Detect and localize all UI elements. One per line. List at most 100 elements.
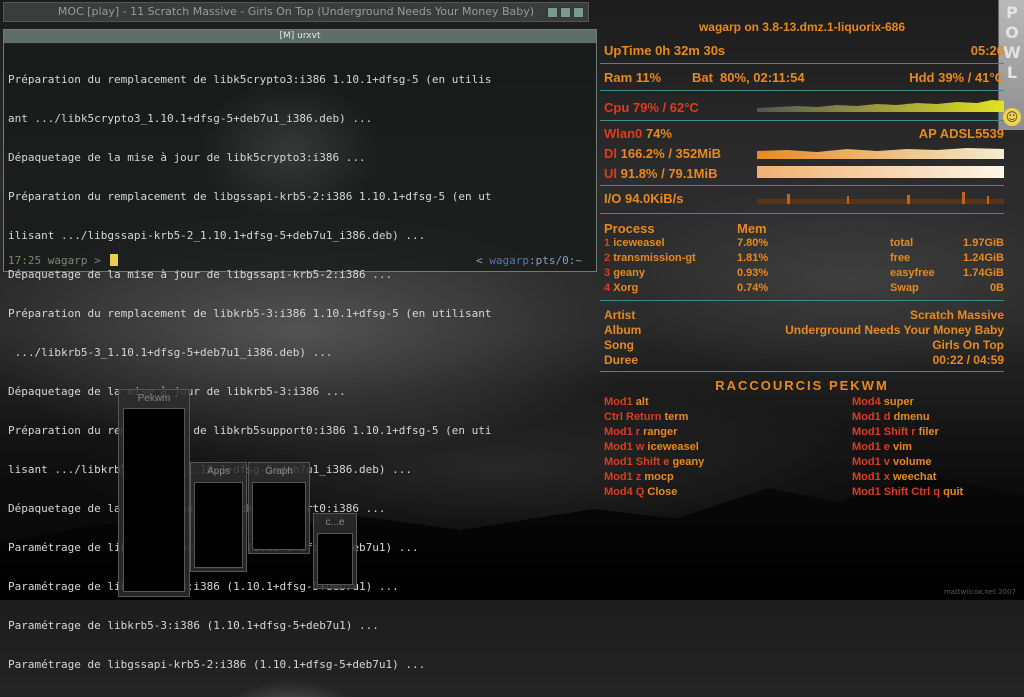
- shortcut-item: Mod1 v volume: [852, 455, 1004, 470]
- ap-wrap: AP ADSL5539: [919, 126, 1004, 141]
- terminal-line: Paramétrage de libgssapi-krb5-2:i386 (1.…: [8, 658, 426, 671]
- process-name: iceweasel: [613, 237, 665, 249]
- process-name: Xorg: [613, 282, 639, 294]
- album-label: Album: [604, 323, 642, 337]
- shortcut-action: weechat: [892, 471, 937, 483]
- right-prompt: < wagarp:pts/0:~: [476, 254, 582, 268]
- shortcut-action: term: [664, 411, 689, 423]
- cpu-label: Cpu: [604, 100, 630, 115]
- artist-label: Artist: [604, 308, 636, 322]
- workspace-preview: [252, 482, 306, 550]
- close-button[interactable]: [573, 7, 584, 18]
- workspace-ce[interactable]: c...e: [313, 513, 357, 589]
- hdd-label: Hdd: [909, 70, 935, 85]
- separator: [600, 185, 1004, 186]
- hdd-value: 39% / 41°C: [938, 70, 1004, 85]
- separator: [600, 63, 1004, 64]
- workspace-label: Graph: [265, 466, 293, 477]
- cpu-value: 79% / 62°C: [632, 100, 699, 115]
- process-row: 1 iceweasel 7.80% total 1.97GiB: [604, 236, 1004, 251]
- terminal-line: Préparation du remplacement de libkrb5-3…: [8, 307, 492, 320]
- separator: [600, 213, 1004, 214]
- terminal-window[interactable]: [M] urxvt Préparation du remplacement de…: [3, 29, 597, 671]
- wlan-value: 74%: [645, 126, 672, 141]
- shortcuts-title: RACCOURCIS PEKWM: [715, 378, 889, 393]
- shortcuts-left: Mod1 alt Ctrl Return term Mod1 r ranger …: [604, 395, 844, 500]
- shortcut-action: vim: [892, 441, 912, 453]
- separator: [600, 90, 1004, 91]
- shortcut-action: filer: [918, 426, 939, 438]
- album-value: Underground Needs Your Money Baby: [785, 323, 1004, 337]
- shortcut-action: geany: [672, 456, 705, 468]
- process-row: 3 geany 0.93% easyfree 1.74GiB: [604, 266, 1004, 281]
- duree-value: 00:22 / 04:59: [932, 353, 1004, 367]
- separator: [600, 120, 1004, 121]
- shortcut-item: Mod1 Shift Ctrl q quit: [852, 485, 1004, 500]
- terminal-line: Dépaquetage de la mise à jour de libgssa…: [8, 268, 393, 281]
- process-mem: 0.74%: [737, 282, 769, 294]
- workspace-pekwm[interactable]: Pekwm: [118, 389, 190, 597]
- memstat-label: easyfree: [890, 267, 935, 279]
- duree-row: Duree 00:22 / 04:59: [604, 353, 1004, 368]
- album-row: Album Underground Needs Your Money Baby: [604, 323, 1004, 338]
- terminal-prompt[interactable]: 17:25 wagarp > < wagarp:pts/0:~: [8, 254, 592, 268]
- memstat-value: 1.97GiB: [963, 237, 1004, 249]
- song-value: Girls On Top: [932, 338, 1004, 352]
- uptime-label: UpTime: [604, 43, 652, 58]
- workspace-label: Pekwm: [137, 393, 171, 404]
- side-panel-letters: P O W L: [1002, 3, 1022, 83]
- shortcut-action: iceweasel: [647, 441, 699, 453]
- ram-value: 11%: [635, 70, 662, 85]
- shortcut-key: Ctrl Return: [604, 411, 662, 423]
- shortcut-item: Mod1 d dmenu: [852, 410, 1004, 425]
- dl-label: Dl: [604, 146, 617, 161]
- workspace-apps[interactable]: Apps: [190, 462, 247, 572]
- io-graph: [757, 192, 1004, 204]
- ram-row: Ram 11% Bat 80%, 02:11:54 Hdd 39% / 41°C: [604, 70, 1004, 85]
- shortcut-key: Mod1 Shift r: [852, 426, 916, 438]
- mem-label: Mem: [737, 221, 767, 236]
- process-rank: 3: [604, 267, 611, 279]
- artist-row: Artist Scratch Massive: [604, 308, 1004, 323]
- process-mem: 7.80%: [737, 237, 769, 249]
- shortcut-key: Mod1 Shift e: [604, 456, 670, 468]
- side-letter: P: [1006, 3, 1018, 22]
- bat-value: 80%, 02:11:54: [720, 70, 805, 85]
- upload-graph: [757, 166, 1004, 178]
- terminal-line: Paramétrage de libk5crypto3:i386 (1.10.1…: [8, 580, 399, 593]
- smiley-icon[interactable]: ☺: [1003, 108, 1021, 126]
- shortcut-action: super: [883, 396, 914, 408]
- shortcut-item: Mod1 Shift r filer: [852, 425, 1004, 440]
- right-prompt-open: <: [476, 254, 483, 267]
- shortcut-item: Mod1 e vim: [852, 440, 1004, 455]
- moc-window-titlebar[interactable]: MOC [play] - 11 Scratch Massive - Girls …: [3, 2, 589, 22]
- minimize-button[interactable]: [547, 7, 558, 18]
- prompt-symbol: >: [94, 254, 101, 267]
- terminal-line: .../libkrb5-3_1.10.1+dfsg-5+deb7u1_i386.…: [8, 346, 333, 359]
- terminal-title: [M] urxvt: [279, 31, 321, 41]
- process-label: Process: [604, 221, 655, 236]
- shortcut-action: ranger: [643, 426, 678, 438]
- shortcut-key: Mod4 Q: [604, 486, 645, 498]
- hdd-wrap: Hdd 39% / 41°C: [909, 70, 1004, 85]
- ul-value: 91.8% / 79.1MiB: [620, 166, 718, 181]
- terminal-output[interactable]: Préparation du remplacement de libk5cryp…: [4, 44, 596, 697]
- workspace-preview: [194, 482, 243, 568]
- side-letter: O: [1005, 23, 1019, 42]
- process-rank: 1: [604, 237, 611, 249]
- side-letter: W: [1003, 43, 1021, 62]
- workspace-label: c...e: [325, 517, 345, 528]
- wlan-row: Wlan0 74% AP ADSL5539: [604, 126, 1004, 141]
- terminal-line: Dépaquetage de la mise à jour de libkrb5…: [8, 385, 346, 398]
- shortcut-action: Close: [647, 486, 678, 498]
- terminal-titlebar[interactable]: [M] urxvt: [4, 30, 596, 44]
- download-graph: [757, 148, 1004, 159]
- ap-value: ADSL5539: [939, 126, 1004, 141]
- wlan-label: Wlan0: [604, 126, 643, 141]
- shortcut-item: Mod1 r ranger: [604, 425, 844, 440]
- clock: 05:26: [970, 43, 1004, 58]
- shortcut-action: dmenu: [893, 411, 930, 423]
- process-row: 4 Xorg 0.74% Swap 0B: [604, 281, 1004, 296]
- workspace-graph[interactable]: Graph: [248, 462, 310, 554]
- maximize-button[interactable]: [560, 7, 571, 18]
